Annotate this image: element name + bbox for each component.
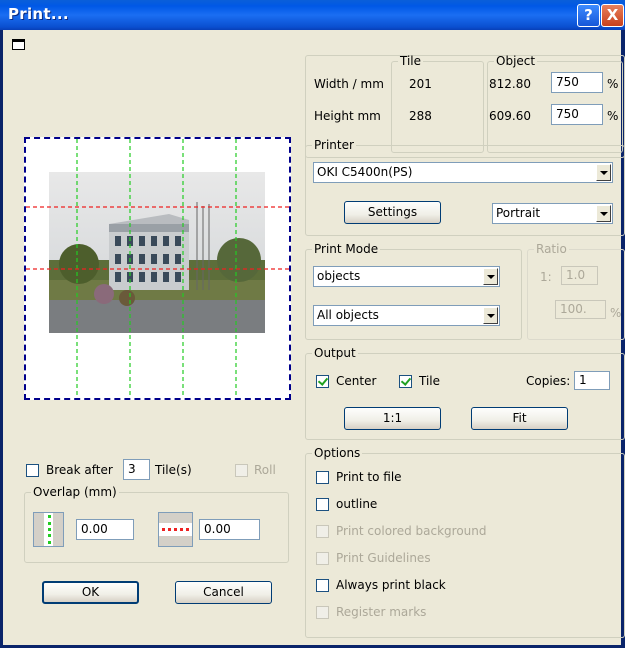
copies-field[interactable]: 1 [574, 371, 610, 390]
ratio-percent-field[interactable]: 100. [555, 300, 606, 319]
cancel-button[interactable]: Cancel [175, 581, 272, 604]
height-percent-field[interactable]: 750 [551, 104, 603, 125]
horizontal-overlap-icon [158, 512, 193, 547]
printer-legend: Printer [314, 138, 354, 152]
print-to-file-checkbox[interactable] [316, 471, 329, 484]
chevron-down-icon[interactable] [483, 307, 498, 324]
ratio-percent-sign: % [610, 306, 622, 320]
outline-label: outline [336, 497, 378, 511]
width-label: Width / mm [314, 77, 384, 91]
fit-button[interactable]: Fit [471, 407, 568, 430]
printer-select[interactable]: OKI C5400n(PS) [313, 162, 613, 183]
print-mode-legend: Print Mode [314, 242, 379, 256]
window-restore-icon[interactable] [12, 39, 25, 50]
tile-cut-lines [26, 139, 289, 398]
close-button[interactable]: X [601, 4, 624, 27]
one-to-one-button[interactable]: 1:1 [344, 407, 441, 430]
print-guidelines-label: Print Guidelines [336, 551, 431, 565]
register-marks-checkbox[interactable] [316, 606, 329, 619]
ratio-legend: Ratio [536, 242, 567, 256]
print-preview[interactable] [24, 137, 291, 400]
outline-checkbox[interactable] [316, 498, 329, 511]
chevron-down-icon[interactable] [596, 164, 611, 181]
ratio-prefix: 1: [540, 270, 552, 284]
center-checkbox[interactable] [316, 375, 329, 388]
tile-height-value: 288 [409, 109, 432, 123]
width-percent-sign: % [607, 77, 619, 91]
height-label: Height mm [314, 109, 381, 123]
chevron-down-icon[interactable] [596, 205, 611, 222]
settings-button[interactable]: Settings [344, 201, 441, 224]
tile-width-value: 201 [409, 77, 432, 91]
help-icon: ? [584, 6, 593, 24]
print-colored-background-label: Print colored background [336, 524, 487, 538]
chevron-down-icon[interactable] [483, 268, 498, 285]
object-height-value: 609.60 [489, 109, 531, 123]
register-marks-label: Register marks [336, 605, 427, 619]
orientation-select-value: Portrait [496, 206, 541, 220]
title-bar[interactable]: Print... ? X [0, 0, 625, 30]
object-selection-select[interactable]: All objects [313, 305, 500, 326]
center-label: Center [336, 374, 377, 388]
overlap-legend: Overlap (mm) [33, 485, 117, 499]
copies-label: Copies: [526, 374, 571, 388]
tile-header: Tile [400, 54, 422, 68]
print-to-file-label: Print to file [336, 470, 402, 484]
dialog-client-area: Tile Object Width / mm Height mm 201 288… [3, 30, 625, 645]
options-legend: Options [314, 446, 361, 460]
print-dialog-window: Print... ? X Tile Object Width / mm Heig… [0, 0, 625, 648]
always-print-black-checkbox[interactable] [316, 579, 329, 592]
output-legend: Output [314, 346, 356, 360]
print-mode-select[interactable]: objects [313, 266, 500, 287]
vertical-overlap-icon [33, 512, 64, 547]
ok-button[interactable]: OK [42, 581, 139, 604]
orientation-select[interactable]: Portrait [492, 203, 613, 224]
tile-checkbox[interactable] [399, 375, 412, 388]
width-percent-field[interactable]: 750 [551, 72, 603, 93]
object-width-value: 812.80 [489, 77, 531, 91]
window-title: Print... [8, 5, 69, 23]
break-after-suffix: Tile(s) [155, 463, 192, 477]
ratio-field[interactable]: 1.0 [561, 266, 598, 285]
printer-select-value: OKI C5400n(PS) [317, 165, 413, 179]
print-guidelines-checkbox[interactable] [316, 552, 329, 565]
height-percent-sign: % [607, 109, 619, 123]
roll-label: Roll [254, 463, 276, 477]
break-after-field[interactable]: 3 [123, 459, 150, 480]
tile-label: Tile [419, 374, 441, 388]
object-selection-value: All objects [317, 308, 379, 322]
always-print-black-label: Always print black [336, 578, 446, 592]
print-mode-value: objects [317, 269, 361, 283]
object-header: Object [496, 54, 536, 68]
break-after-label: Break after [46, 463, 113, 477]
help-button[interactable]: ? [577, 4, 600, 27]
print-colored-background-checkbox[interactable] [316, 525, 329, 538]
roll-checkbox[interactable] [235, 464, 248, 477]
vertical-overlap-field[interactable]: 0.00 [76, 519, 134, 540]
horizontal-overlap-field[interactable]: 0.00 [199, 519, 260, 540]
break-after-checkbox[interactable] [26, 464, 39, 477]
ratio-group: Ratio [527, 242, 625, 340]
close-icon: X [606, 6, 619, 24]
